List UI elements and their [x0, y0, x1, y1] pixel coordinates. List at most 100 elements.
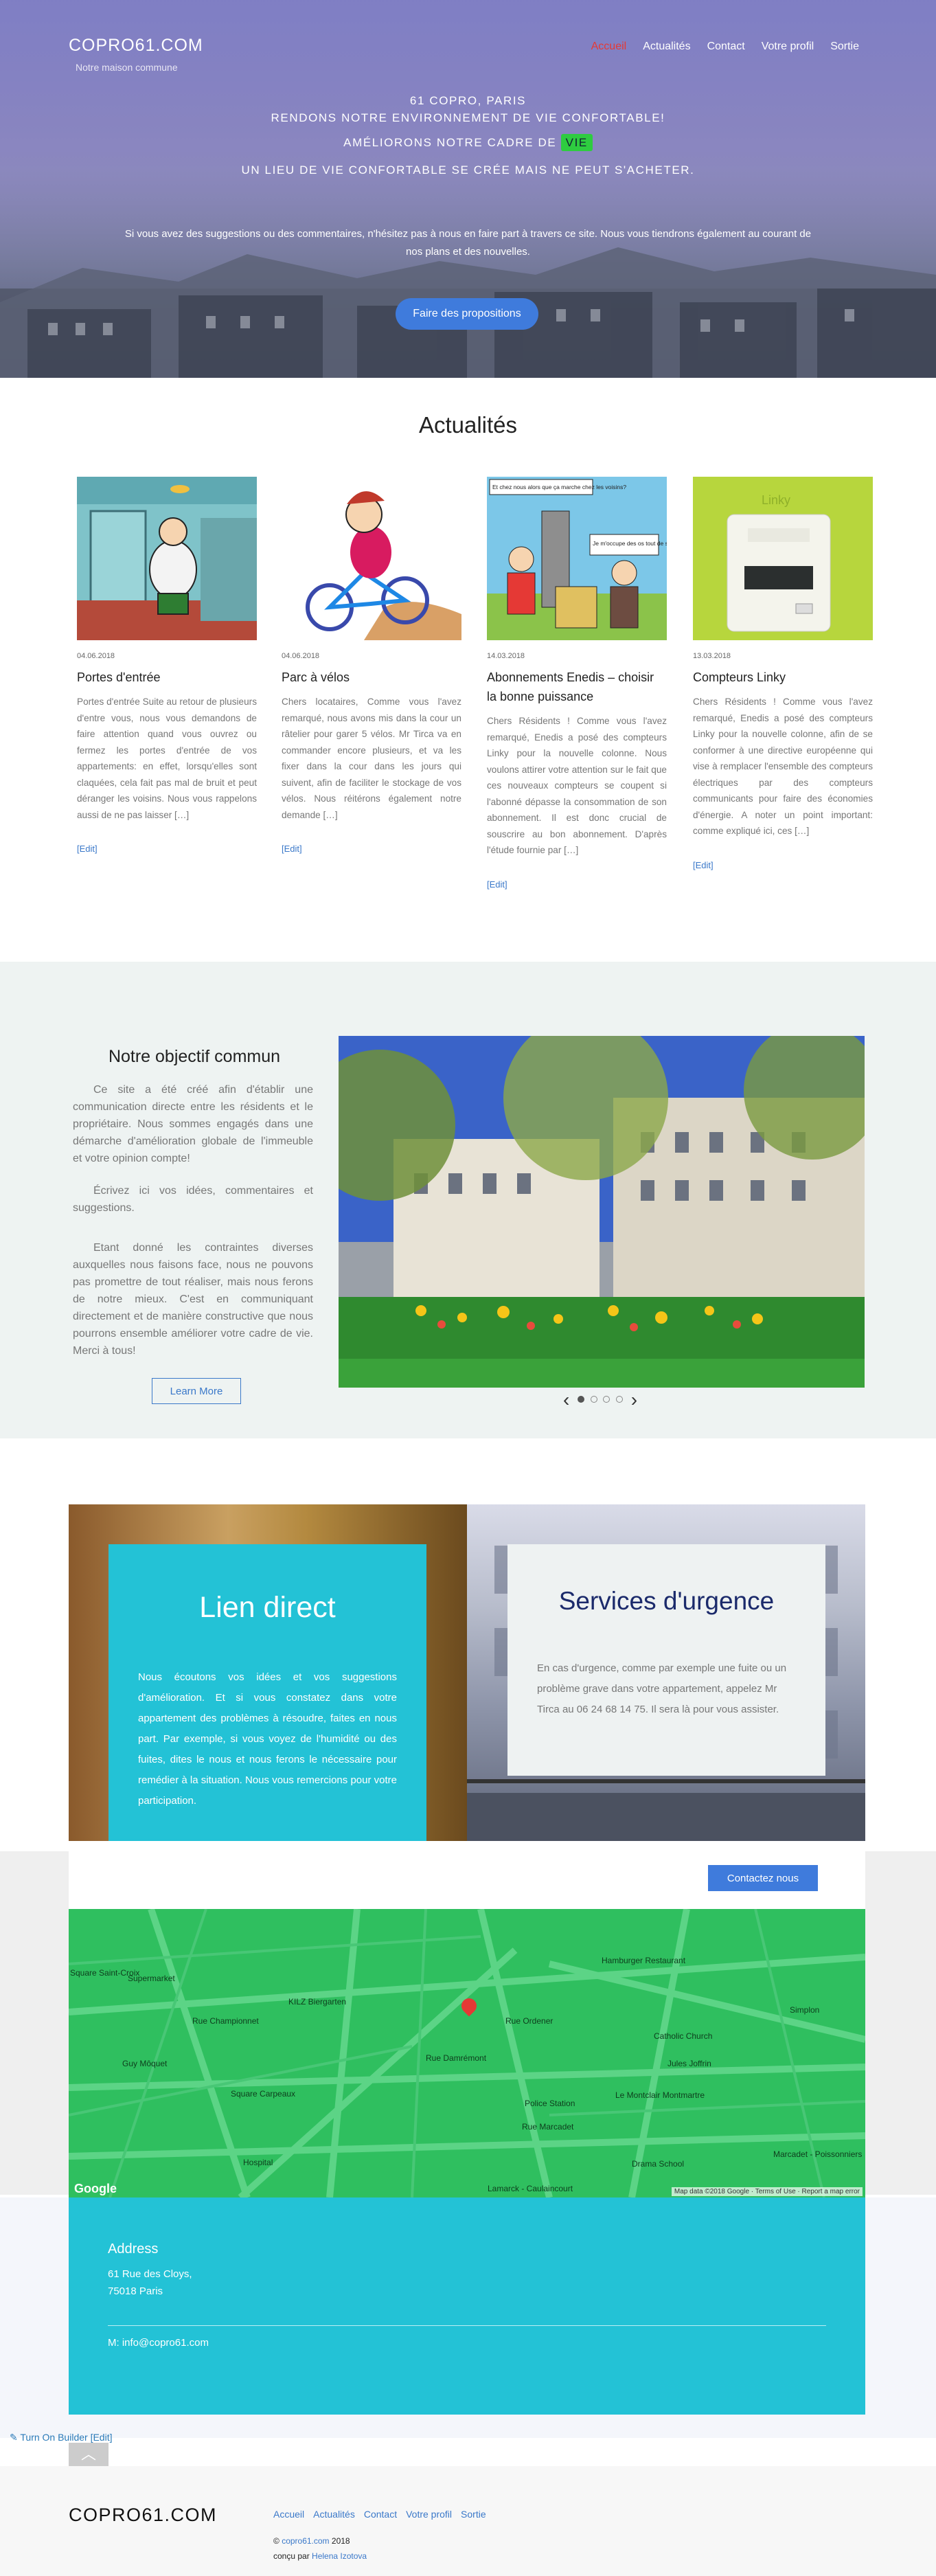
- chevron-right-icon[interactable]: ›: [631, 1388, 637, 1412]
- scroll-to-top-button[interactable]: ︿: [69, 2443, 109, 2466]
- hero-line-1: 61 COPRO, PARIS: [409, 94, 527, 107]
- emergency-title: Services d'urgence: [558, 1587, 775, 1615]
- news-excerpt: Chers Résidents ! Comme vous l'avez rema…: [487, 716, 667, 855]
- slider-dot[interactable]: [603, 1396, 610, 1403]
- map-label: Simplon: [790, 2005, 820, 2015]
- map-label: Le Montclair Montmartre: [615, 2090, 705, 2100]
- map-label: Guy Môquet: [122, 2059, 168, 2068]
- news-title-link[interactable]: Compteurs Linky: [693, 668, 873, 687]
- comic-bubble-2: Je m'occupe des os tout de suite...: [593, 540, 667, 547]
- news-excerpt: Chers Résidents ! Comme vous l'avez rema…: [693, 697, 873, 836]
- chevron-up-icon: ︿: [80, 2445, 96, 2463]
- map-label: Police Station: [525, 2099, 575, 2108]
- emergency-panel: Services d'urgence En cas d'urgence, com…: [507, 1544, 825, 1776]
- news-excerpt: Chers locataires, Comme vous l'avez rema…: [282, 697, 461, 820]
- news-edit-link[interactable]: [Edit]: [693, 860, 873, 870]
- news-card: 04.06.2018 Portes d'entrée Portes d'entr…: [77, 477, 257, 854]
- builder-label[interactable]: Turn On Builder: [20, 2432, 87, 2443]
- location-map[interactable]: Supermarket KILZ Biergarten Hamburger Re…: [69, 1909, 865, 2197]
- map-label: Lamarck - Caulaincourt: [488, 2184, 573, 2193]
- map-label: Square Saint-Croix: [70, 1968, 140, 1978]
- objective-paragraph: Écrivez ici vos idées, commentaires et s…: [73, 1185, 313, 1214]
- footer-nav-contact[interactable]: Contact: [364, 2509, 397, 2520]
- address-section: Address 61 Rue des Cloys, 75018 Paris M:…: [0, 2197, 936, 2438]
- news-image-portes[interactable]: [77, 477, 257, 640]
- hero-note: Si vous avez des suggestions ou des comm…: [124, 228, 812, 258]
- objective-paragraph: Ce site a été créé afin d'établir une co…: [73, 1084, 313, 1164]
- hero-line-2: RENDONS NOTRE ENVIRONNEMENT DE VIE CONFO…: [271, 111, 665, 124]
- nav-actualites[interactable]: Actualités: [643, 41, 690, 53]
- direct-link-title: Lien direct: [199, 1591, 336, 1624]
- site-tagline: Notre maison commune: [76, 62, 178, 73]
- news-title: Actualités: [418, 412, 518, 438]
- builder-toggle[interactable]: ✎ Turn On Builder [Edit]: [10, 2432, 112, 2443]
- hero-section: COPRO61.COM Notre maison commune Accueil…: [0, 0, 936, 378]
- news-card: Linky 13.03.2018 Compteurs Linky Chers R…: [693, 477, 873, 870]
- address-street: 61 Rue des Cloys,: [108, 2268, 192, 2280]
- news-edit-link[interactable]: [Edit]: [487, 879, 667, 890]
- footer-nav-votre-profil[interactable]: Votre profil: [406, 2509, 452, 2520]
- address-email[interactable]: M: info@copro61.com: [108, 2337, 209, 2349]
- slider-dot[interactable]: [615, 1396, 623, 1403]
- pencil-icon: ✎: [10, 2432, 18, 2443]
- linky-brand-label: Linky: [762, 493, 790, 507]
- address-divider: [108, 2325, 826, 2326]
- contact-bar: Contactez nous: [69, 1851, 865, 1909]
- map-label: Drama School: [632, 2159, 685, 2169]
- news-date: 04.06.2018: [77, 652, 115, 660]
- news-card: Et chez nous alors que ça marche chez le…: [487, 477, 667, 890]
- learn-more-button[interactable]: Learn More: [152, 1378, 241, 1404]
- address-title: Address: [108, 2241, 159, 2257]
- copyright-link[interactable]: copro61.com: [282, 2536, 329, 2546]
- designer-link[interactable]: Helena Izotova: [312, 2551, 367, 2561]
- address-city: 75018 Paris: [108, 2285, 163, 2297]
- news-card: 04.06.2018 Parc à vélos Chers locataires…: [282, 477, 461, 854]
- hero-line-3-prefix: AMÉLIORONS NOTRE CADRE DE: [343, 136, 557, 149]
- news-image-linky[interactable]: Linky: [693, 477, 873, 640]
- map-label: Rue Damrémont: [426, 2053, 487, 2063]
- contact-button[interactable]: Contactez nous: [708, 1865, 818, 1891]
- designed-by-label: conçu par: [273, 2551, 310, 2561]
- slider-dots: [576, 1394, 624, 1406]
- nav-contact[interactable]: Contact: [707, 41, 745, 53]
- news-title-link[interactable]: Parc à vélos: [282, 668, 461, 687]
- main-nav: Accueil Actualités Contact Votre profil …: [591, 41, 859, 53]
- nav-sortie[interactable]: Sortie: [830, 41, 859, 53]
- slider-controls: ‹ ›: [563, 1388, 637, 1412]
- map-label: Hospital: [243, 2158, 273, 2167]
- map-label: Jules Joffrin: [667, 2059, 711, 2068]
- slider-dot[interactable]: [578, 1396, 585, 1403]
- site-brand[interactable]: COPRO61.COM: [69, 36, 203, 56]
- map-label: Rue Marcadet: [522, 2122, 574, 2132]
- direct-link-text: Nous écoutons vos idées et vos suggestio…: [138, 1671, 397, 1807]
- address-panel: Address 61 Rue des Cloys, 75018 Paris M:…: [69, 2197, 865, 2415]
- chevron-left-icon[interactable]: ‹: [563, 1388, 569, 1412]
- image-slider[interactable]: [339, 1036, 865, 1388]
- map-label: Rue Ordener: [505, 2016, 553, 2026]
- nav-votre-profil[interactable]: Votre profil: [762, 41, 814, 53]
- hero-line-4: UN LIEU DE VIE CONFORTABLE SE CRÉE MAIS …: [241, 163, 695, 177]
- map-label: Rue Championnet: [192, 2016, 259, 2026]
- news-title-link[interactable]: Abonnements Enedis – choisir la bonne pu…: [487, 668, 667, 706]
- footer-nav-sortie[interactable]: Sortie: [461, 2509, 486, 2520]
- builder-edit-link[interactable]: [Edit]: [91, 2432, 113, 2443]
- slider-dot[interactable]: [590, 1396, 597, 1403]
- propositions-button[interactable]: Faire des propositions: [396, 298, 538, 330]
- map-attribution[interactable]: Map data ©2018 Google · Terms of Use · R…: [671, 2187, 863, 2196]
- news-image-velos[interactable]: [282, 477, 461, 640]
- google-logo: Google: [74, 2182, 117, 2195]
- footer-brand[interactable]: COPRO61.COM: [69, 2505, 217, 2526]
- footer-nav-accueil[interactable]: Accueil: [273, 2509, 304, 2520]
- objective-title: Notre objectif commun: [108, 1047, 281, 1066]
- news-title-link[interactable]: Portes d'entrée: [77, 668, 257, 687]
- news-edit-link[interactable]: [Edit]: [282, 844, 461, 854]
- news-edit-link[interactable]: [Edit]: [77, 844, 257, 854]
- footer-nav-actualites[interactable]: Actualités: [313, 2509, 355, 2520]
- site-footer: COPRO61.COM Accueil Actualités Contact V…: [0, 2466, 936, 2576]
- news-date: 13.03.2018: [693, 652, 731, 660]
- news-image-enedis[interactable]: Et chez nous alors que ça marche chez le…: [487, 477, 667, 640]
- objective-section: Notre objectif commun Ce site a été créé…: [0, 962, 936, 1438]
- nav-accueil[interactable]: Accueil: [591, 41, 627, 53]
- map-label: Hamburger Restaurant: [602, 1956, 686, 1965]
- direct-link-panel: Lien direct Nous écoutons vos idées et v…: [109, 1544, 426, 1841]
